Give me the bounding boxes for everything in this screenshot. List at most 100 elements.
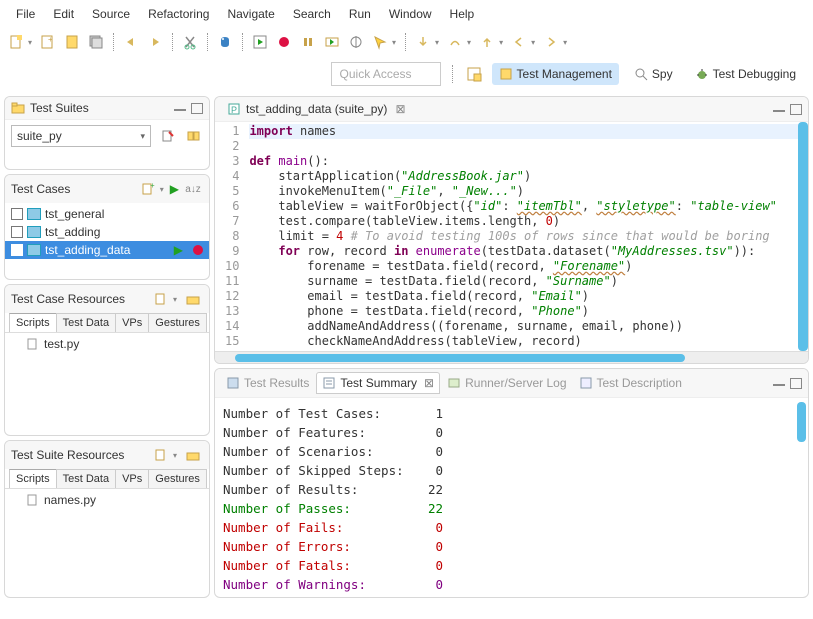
tab-vps[interactable]: VPs bbox=[115, 469, 149, 488]
back-nav-icon[interactable] bbox=[509, 32, 529, 52]
file-item[interactable]: test.py bbox=[5, 333, 209, 355]
quick-access-input[interactable]: Quick Access bbox=[331, 62, 441, 86]
menu-navigate[interactable]: Navigate bbox=[219, 4, 282, 24]
menu-run[interactable]: Run bbox=[341, 4, 379, 24]
tab-test-data[interactable]: Test Data bbox=[56, 469, 116, 488]
summary-row: Number of Fails:0 bbox=[223, 518, 800, 537]
tab-test-data[interactable]: Test Data bbox=[56, 313, 116, 332]
debug-icon[interactable] bbox=[346, 32, 366, 52]
dropdown-arrow-icon[interactable]: ▾ bbox=[563, 38, 567, 47]
dropdown-arrow-icon[interactable]: ▾ bbox=[531, 38, 535, 47]
menu-help[interactable]: Help bbox=[442, 4, 483, 24]
tab-gestures[interactable]: Gestures bbox=[148, 469, 207, 488]
section-title: Test Case Resources bbox=[11, 292, 125, 306]
dropdown-arrow-icon[interactable]: ▾ bbox=[160, 185, 164, 194]
add-resource-icon[interactable] bbox=[151, 289, 171, 309]
checkbox-icon[interactable] bbox=[11, 226, 23, 238]
menu-file[interactable]: File bbox=[8, 4, 43, 24]
scrollbar-horizontal-thumb[interactable] bbox=[235, 354, 685, 362]
run-icon[interactable] bbox=[250, 32, 270, 52]
close-icon[interactable]: ⊠ bbox=[424, 376, 434, 390]
summary-panel: Test ResultsTest Summary⊠Runner/Server L… bbox=[214, 368, 809, 598]
bottom-tab-test-results[interactable]: Test Results bbox=[221, 373, 314, 393]
checkbox-icon[interactable] bbox=[11, 244, 23, 256]
cut-icon[interactable] bbox=[180, 32, 200, 52]
dropdown-arrow-icon[interactable]: ▾ bbox=[173, 451, 177, 460]
dropdown-arrow-icon[interactable]: ▾ bbox=[499, 38, 503, 47]
code-editor[interactable]: 123456789101112131415 import namesdef ma… bbox=[215, 122, 808, 351]
scrollbar-horizontal-track[interactable] bbox=[215, 351, 808, 363]
add-resource-icon[interactable] bbox=[151, 445, 171, 465]
bottom-tab-test-summary[interactable]: Test Summary⊠ bbox=[316, 372, 440, 394]
code-body[interactable]: import namesdef main(): startApplication… bbox=[245, 122, 808, 351]
paste-icon[interactable] bbox=[62, 32, 82, 52]
record-icon[interactable] bbox=[193, 245, 203, 255]
minimize-icon[interactable] bbox=[773, 384, 785, 386]
test-case-item[interactable]: tst_adding bbox=[5, 223, 209, 241]
run-icon[interactable]: ▶ bbox=[174, 243, 183, 257]
python-icon[interactable] bbox=[215, 32, 235, 52]
menu-search[interactable]: Search bbox=[285, 4, 339, 24]
save-all-icon[interactable] bbox=[86, 32, 106, 52]
panel-title-text: Test Suites bbox=[30, 101, 89, 115]
minimize-icon[interactable] bbox=[174, 109, 186, 111]
menu-source[interactable]: Source bbox=[84, 4, 138, 24]
perspective-debug[interactable]: Test Debugging bbox=[688, 63, 803, 85]
step-out-icon[interactable] bbox=[477, 32, 497, 52]
run-all-icon[interactable]: ▶ bbox=[170, 182, 179, 196]
pause-icon[interactable] bbox=[298, 32, 318, 52]
scrollbar-vertical[interactable] bbox=[797, 402, 806, 442]
close-icon[interactable]: ⊠ bbox=[395, 102, 405, 116]
fwd-nav-icon[interactable] bbox=[541, 32, 561, 52]
dropdown-arrow-icon[interactable]: ▾ bbox=[28, 38, 32, 47]
tab-vps[interactable]: VPs bbox=[115, 313, 149, 332]
refresh-icon[interactable] bbox=[183, 126, 203, 146]
undo-icon[interactable] bbox=[121, 32, 141, 52]
menu-refactoring[interactable]: Refactoring bbox=[140, 4, 217, 24]
dropdown-arrow-icon[interactable]: ▾ bbox=[392, 38, 396, 47]
test-case-label: tst_adding_data bbox=[45, 243, 130, 257]
test-case-item[interactable]: tst_general bbox=[5, 205, 209, 223]
tab-scripts[interactable]: Scripts bbox=[9, 313, 57, 332]
open-perspective-icon[interactable] bbox=[464, 64, 484, 84]
open-folder-icon[interactable] bbox=[183, 445, 203, 465]
tab-gestures[interactable]: Gestures bbox=[148, 313, 207, 332]
editor-panel: P tst_adding_data (suite_py) ⊠ 123456789… bbox=[214, 96, 809, 364]
file-item[interactable]: names.py bbox=[5, 489, 209, 511]
new-suite-icon[interactable]: + bbox=[38, 32, 58, 52]
redo-icon[interactable] bbox=[145, 32, 165, 52]
minimize-icon[interactable] bbox=[773, 110, 785, 112]
pick-icon[interactable] bbox=[370, 32, 390, 52]
filter-icon[interactable] bbox=[157, 126, 177, 146]
scrollbar-vertical[interactable] bbox=[798, 122, 808, 351]
sort-icon[interactable]: a↓z bbox=[183, 179, 203, 199]
new-testcase-icon[interactable]: + bbox=[138, 179, 158, 199]
tab-scripts[interactable]: Scripts bbox=[9, 469, 57, 488]
dropdown-arrow-icon[interactable]: ▾ bbox=[467, 38, 471, 47]
record-icon[interactable] bbox=[274, 32, 294, 52]
maximize-icon[interactable] bbox=[790, 104, 802, 115]
testcase-icon bbox=[27, 244, 41, 256]
debug-run-icon[interactable] bbox=[322, 32, 342, 52]
bottom-tab-runner-server-log[interactable]: Runner/Server Log bbox=[442, 373, 571, 393]
menu-window[interactable]: Window bbox=[381, 4, 440, 24]
test-case-item[interactable]: tst_adding_data ▶ bbox=[5, 241, 209, 259]
editor-tab[interactable]: P tst_adding_data (suite_py) ⊠ bbox=[221, 100, 412, 118]
menu-edit[interactable]: Edit bbox=[45, 4, 82, 24]
dropdown-arrow-icon[interactable]: ▾ bbox=[435, 38, 439, 47]
checkbox-icon[interactable] bbox=[11, 208, 23, 220]
test-suites-panel: Test Suites suite_py▾ bbox=[4, 96, 210, 170]
perspective-spy[interactable]: Spy bbox=[627, 63, 680, 85]
step-over-icon[interactable] bbox=[445, 32, 465, 52]
perspective-test-management[interactable]: Test Management bbox=[492, 63, 619, 85]
step-into-icon[interactable] bbox=[413, 32, 433, 52]
new-icon[interactable] bbox=[6, 32, 26, 52]
main-toolbar: ▾ + ▾ ▾ ▾ ▾ ▾ ▾ bbox=[0, 28, 813, 56]
test-case-resources-panel: Test Case Resources ▾ ScriptsTest DataVP… bbox=[4, 284, 210, 436]
bottom-tab-test-description[interactable]: Test Description bbox=[574, 373, 687, 393]
suite-selector[interactable]: suite_py▾ bbox=[11, 125, 151, 147]
maximize-icon[interactable] bbox=[191, 103, 203, 114]
maximize-icon[interactable] bbox=[790, 378, 802, 389]
open-folder-icon[interactable] bbox=[183, 289, 203, 309]
dropdown-arrow-icon[interactable]: ▾ bbox=[173, 295, 177, 304]
